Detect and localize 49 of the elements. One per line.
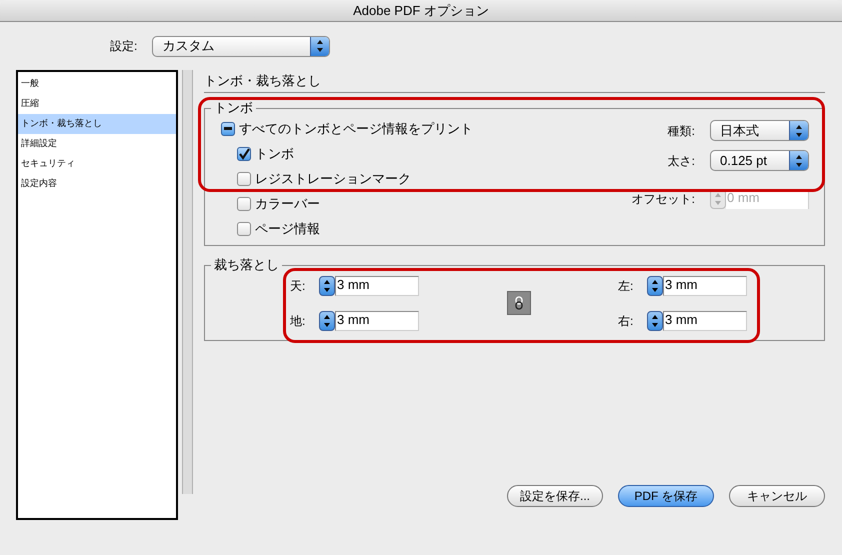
dialog-button[interactable]: キャンセル: [729, 485, 825, 507]
select-arrows-icon: [789, 121, 808, 140]
sidebar-item[interactable]: 設定内容: [18, 174, 176, 194]
group-legend: トンボ: [211, 100, 256, 116]
checkbox[interactable]: [237, 146, 251, 160]
section-title: トンボ・裁ち落とし: [204, 72, 322, 90]
stepper-arrows-icon[interactable]: [319, 276, 335, 296]
stepper-arrows-icon[interactable]: [319, 310, 335, 330]
dropdown[interactable]: 日本式: [710, 120, 809, 141]
minus-icon: [224, 127, 232, 130]
dialog-button[interactable]: PDF を保存: [618, 485, 714, 507]
field-label: 地:: [290, 312, 306, 330]
stepper-arrows-icon[interactable]: [647, 310, 663, 330]
checkbox-label: レジストレーションマーク: [255, 170, 411, 188]
checkbox-label: すべてのトンボとページ情報をプリント: [239, 120, 473, 138]
setting-label: オフセット:: [632, 190, 695, 208]
input-field[interactable]: 3 mm: [335, 310, 419, 330]
select-arrows-icon: [789, 151, 808, 170]
input-field[interactable]: 3 mm: [663, 276, 747, 296]
sidebar-item[interactable]: セキュリティ: [18, 154, 176, 174]
select-arrows-icon: [310, 36, 330, 56]
checkbox-label: ページ情報: [255, 220, 320, 238]
stepper-arrows-icon[interactable]: [647, 276, 663, 296]
chain-link-icon: [514, 296, 522, 310]
input-field[interactable]: 3 mm: [335, 276, 419, 296]
setting-label: 太さ:: [668, 152, 695, 170]
checkbox[interactable]: [237, 172, 251, 186]
field-label: 天:: [290, 278, 306, 294]
field-label: 左:: [618, 278, 634, 294]
setting-label: 種類:: [668, 122, 695, 140]
sidebar-item[interactable]: 圧縮: [18, 94, 176, 114]
checkbox[interactable]: [237, 222, 251, 236]
sidebar-item[interactable]: トンボ・裁ち落とし: [18, 114, 176, 134]
preset-label: 設定:: [110, 38, 138, 55]
checkbox[interactable]: [237, 196, 251, 210]
input-field[interactable]: 3 mm: [663, 310, 747, 330]
checkbox[interactable]: [221, 122, 235, 136]
checkbox-label: トンボ: [255, 144, 294, 163]
window-title: Adobe PDF オプション: [353, 2, 489, 20]
checkmark-icon: [238, 148, 250, 160]
dialog-button[interactable]: 設定を保存...: [507, 485, 603, 507]
sidebar-item[interactable]: 一般: [18, 74, 176, 94]
checkbox-label: カラーバー: [255, 194, 320, 213]
dropdown[interactable]: カスタム: [152, 36, 330, 56]
sidebar-item[interactable]: 詳細設定: [18, 134, 176, 154]
link-button[interactable]: [506, 291, 530, 315]
group-legend: 裁ち落とし: [211, 257, 282, 273]
field-label: 右:: [618, 312, 634, 330]
dropdown[interactable]: 0.125 pt: [710, 150, 809, 171]
